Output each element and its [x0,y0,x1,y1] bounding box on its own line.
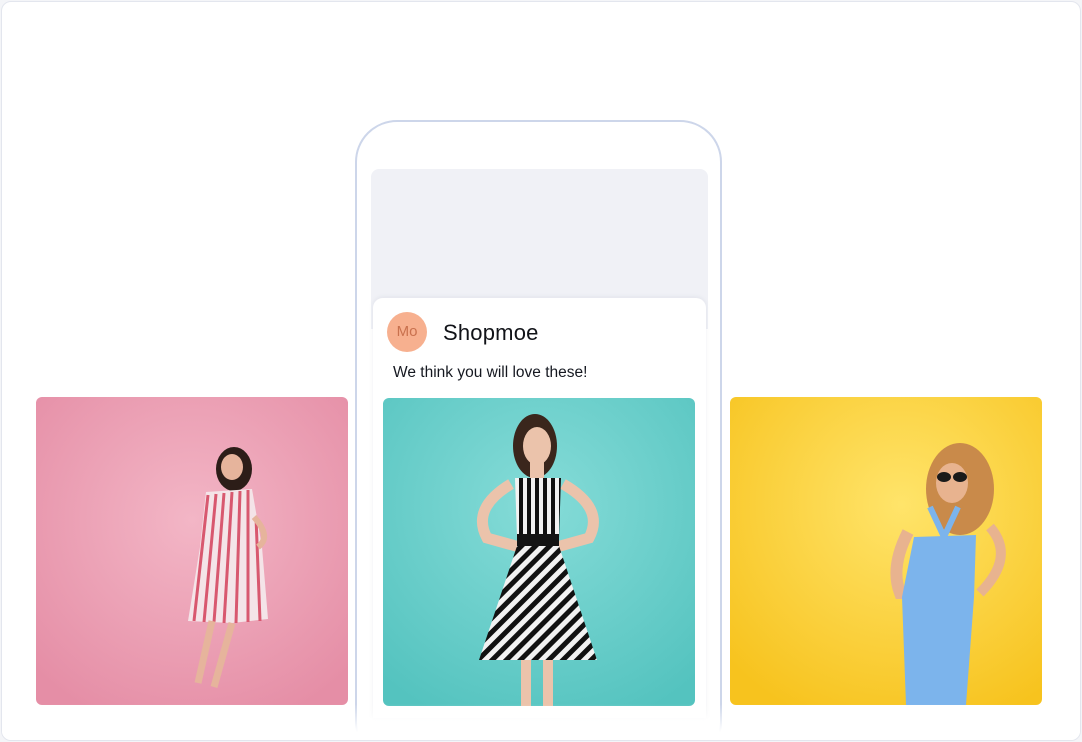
recommendation-card: Mo Shopmoe We think you will love these! [373,298,706,718]
phone-mockup: Mo Shopmoe We think you will love these! [355,120,722,740]
showcase-frame: Mo Shopmoe We think you will love these! [1,1,1081,741]
brand-name: Shopmoe [443,320,539,345]
product-photo-blue-bodycon-dress[interactable] [730,397,1042,705]
recommendation-message: We think you will love these! [393,364,588,381]
product-photo-black-white-striped-dress[interactable] [383,398,695,706]
brand-avatar: Mo [387,312,427,352]
product-photo-pink-striped-dress[interactable] [36,397,348,705]
